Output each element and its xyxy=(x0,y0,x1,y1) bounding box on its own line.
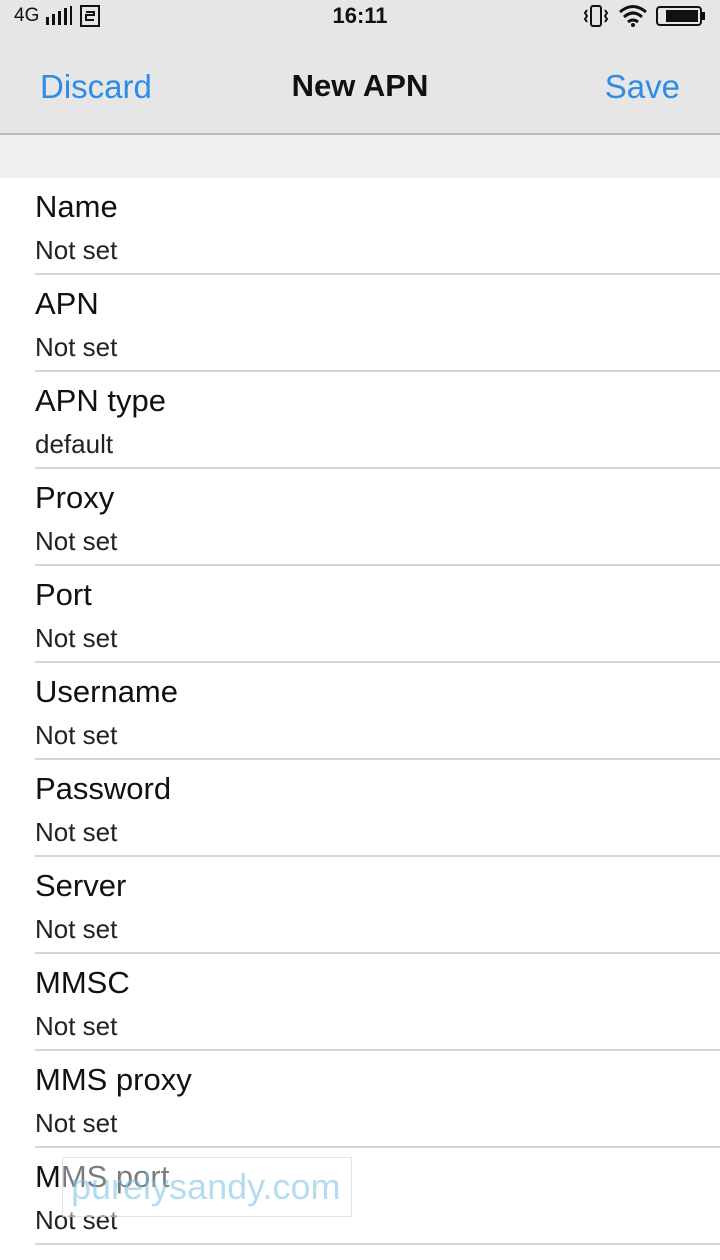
save-button[interactable]: Save xyxy=(605,68,680,106)
setting-port[interactable]: Port Not set xyxy=(0,566,720,663)
setting-value: Not set xyxy=(35,914,118,944)
setting-value: default xyxy=(35,429,114,459)
setting-label: MMSC xyxy=(35,965,130,1000)
apn-settings-list: Name Not set APN Not set APN type defaul… xyxy=(0,178,720,1245)
setting-value: Not set xyxy=(35,817,118,847)
setting-label: Port xyxy=(35,577,92,612)
setting-label: Password xyxy=(35,771,172,806)
setting-server[interactable]: Server Not set xyxy=(0,857,720,954)
setting-username[interactable]: Username Not set xyxy=(0,663,720,760)
vibrate-icon xyxy=(583,5,609,27)
setting-label: APN type xyxy=(35,383,166,418)
setting-value: Not set xyxy=(35,1108,118,1138)
setting-label: MMS proxy xyxy=(35,1062,192,1097)
setting-label: Name xyxy=(35,189,118,224)
setting-mms-proxy[interactable]: MMS proxy Not set xyxy=(0,1051,720,1148)
setting-proxy[interactable]: Proxy Not set xyxy=(0,469,720,566)
setting-value: Not set xyxy=(35,526,118,556)
setting-label: APN xyxy=(35,286,99,321)
watermark: purelysandy.com xyxy=(62,1157,352,1217)
setting-value: Not set xyxy=(35,1011,118,1041)
setting-password[interactable]: Password Not set xyxy=(0,760,720,857)
setting-label: Username xyxy=(35,674,178,709)
setting-label: Proxy xyxy=(35,480,115,515)
wifi-icon xyxy=(619,5,647,27)
divider xyxy=(35,1243,720,1245)
watermark-text: purelysandy.com xyxy=(71,1166,341,1207)
setting-name[interactable]: Name Not set xyxy=(0,178,720,275)
setting-apn[interactable]: APN Not set xyxy=(0,275,720,372)
status-right xyxy=(582,4,706,28)
setting-mmsc[interactable]: MMSC Not set xyxy=(0,954,720,1051)
status-bar: 4G 16:11 xyxy=(0,0,720,32)
setting-value: Not set xyxy=(35,623,118,653)
setting-apn-type[interactable]: APN type default xyxy=(0,372,720,469)
setting-value: Not set xyxy=(35,720,118,750)
setting-label: Server xyxy=(35,868,127,903)
setting-value: Not set xyxy=(35,332,118,362)
section-spacer xyxy=(0,135,720,178)
battery-icon xyxy=(656,6,705,26)
app-toolbar: Discard New APN Save xyxy=(0,32,720,135)
setting-value: Not set xyxy=(35,235,118,265)
